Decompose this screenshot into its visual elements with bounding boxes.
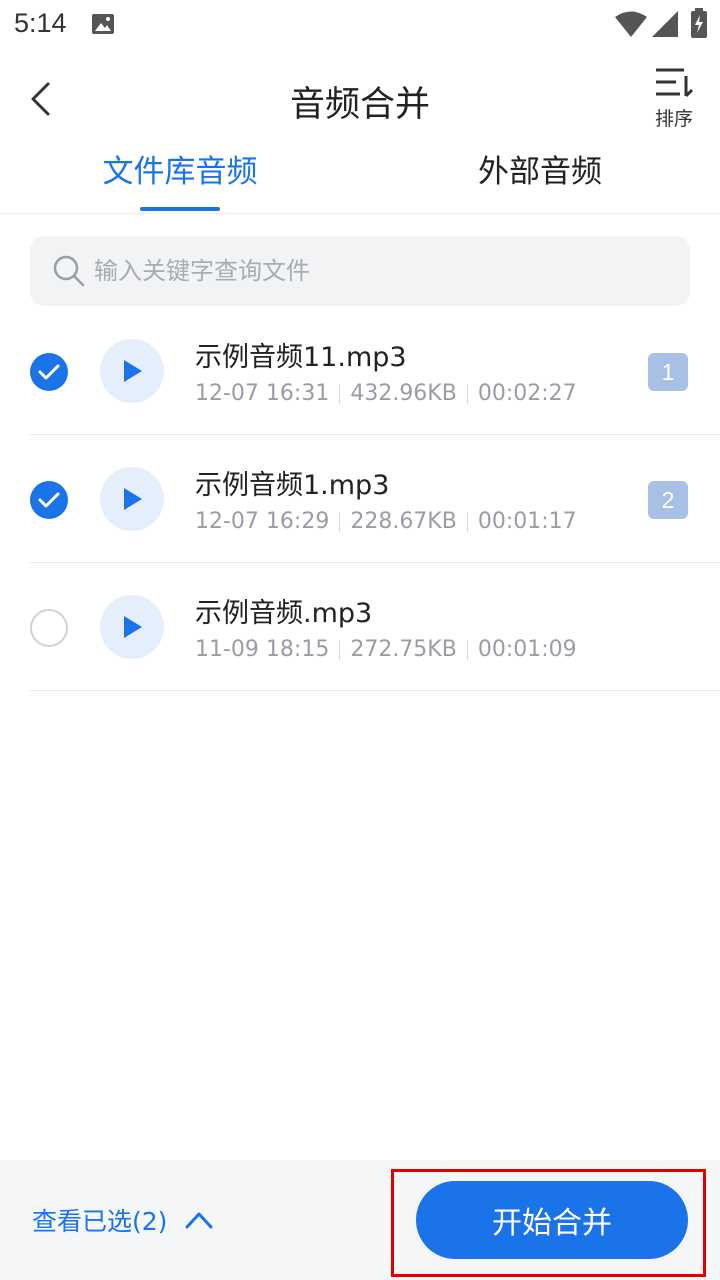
check-icon <box>38 492 60 508</box>
file-name: 示例音频1.mp3 <box>195 470 390 501</box>
battery-icon <box>690 8 708 42</box>
file-size: 228.67KB <box>350 509 457 534</box>
signal-icon <box>651 10 679 42</box>
status-bar: 5:14 <box>0 0 720 50</box>
view-selected-button[interactable]: 查看已选(2) <box>32 1202 213 1238</box>
file-checkbox[interactable] <box>30 481 68 519</box>
file-duration: 00:02:27 <box>477 381 577 406</box>
sort-label: 排序 <box>654 108 693 130</box>
tab-library-audio[interactable]: 文件库音频 <box>90 146 270 214</box>
view-selected-label: 查看已选(2) <box>32 1207 168 1236</box>
search-input[interactable] <box>94 257 654 285</box>
file-duration: 00:01:17 <box>477 509 577 534</box>
file-date: 12-07 16:31 <box>195 381 330 406</box>
play-icon <box>124 488 142 510</box>
meta-divider <box>339 511 341 532</box>
bottom-bar: 查看已选(2) 开始合并 <box>0 1160 720 1280</box>
order-badge: 1 <box>648 353 688 391</box>
play-button[interactable] <box>100 339 164 403</box>
file-meta: 12-07 16:29 228.67KB 00:01:17 <box>195 509 577 534</box>
file-size: 272.75KB <box>350 637 457 662</box>
file-size: 432.96KB <box>350 381 457 406</box>
wifi-icon <box>614 10 648 42</box>
meta-divider <box>466 639 468 660</box>
status-time: 5:14 <box>14 8 67 38</box>
list-item[interactable]: 示例音频1.mp3 12-07 16:29 228.67KB 00:01:17 … <box>0 435 720 563</box>
page-title: 音频合并 <box>289 85 430 125</box>
tab-indicator <box>140 207 220 211</box>
file-meta: 12-07 16:31 432.96KB 00:02:27 <box>195 381 577 406</box>
meta-divider <box>339 639 341 660</box>
meta-divider <box>466 511 468 532</box>
file-name: 示例音频11.mp3 <box>195 342 407 373</box>
app-bar: 音频合并 排序 <box>0 50 720 146</box>
list-item[interactable]: 示例音频11.mp3 12-07 16:31 432.96KB 00:02:27… <box>0 307 720 435</box>
file-list: 示例音频11.mp3 12-07 16:31 432.96KB 00:02:27… <box>0 307 720 691</box>
list-item[interactable]: 示例音频.mp3 11-09 18:15 272.75KB 00:01:09 <box>0 563 720 691</box>
photo-icon <box>91 12 115 40</box>
sort-button[interactable]: 排序 <box>644 66 704 136</box>
file-checkbox[interactable] <box>30 609 68 647</box>
chevron-up-icon <box>185 1212 213 1229</box>
meta-divider <box>339 383 341 404</box>
meta-divider <box>466 383 468 404</box>
order-badge: 2 <box>648 481 688 519</box>
check-icon <box>38 364 60 380</box>
tab-external-audio[interactable]: 外部音频 <box>450 146 630 214</box>
play-button[interactable] <box>100 595 164 659</box>
search-box[interactable] <box>30 236 690 306</box>
play-icon <box>124 360 142 382</box>
file-date: 11-09 18:15 <box>195 637 330 662</box>
file-date: 12-07 16:29 <box>195 509 330 534</box>
tab-bar: 文件库音频 外部音频 <box>0 146 720 214</box>
file-checkbox[interactable] <box>30 353 68 391</box>
file-meta: 11-09 18:15 272.75KB 00:01:09 <box>195 637 577 662</box>
sort-icon <box>656 68 694 98</box>
start-merge-button[interactable]: 开始合并 <box>416 1181 688 1259</box>
search-icon <box>53 255 85 287</box>
play-button[interactable] <box>100 467 164 531</box>
file-name: 示例音频.mp3 <box>195 598 373 629</box>
play-icon <box>124 616 142 638</box>
file-duration: 00:01:09 <box>477 637 577 662</box>
